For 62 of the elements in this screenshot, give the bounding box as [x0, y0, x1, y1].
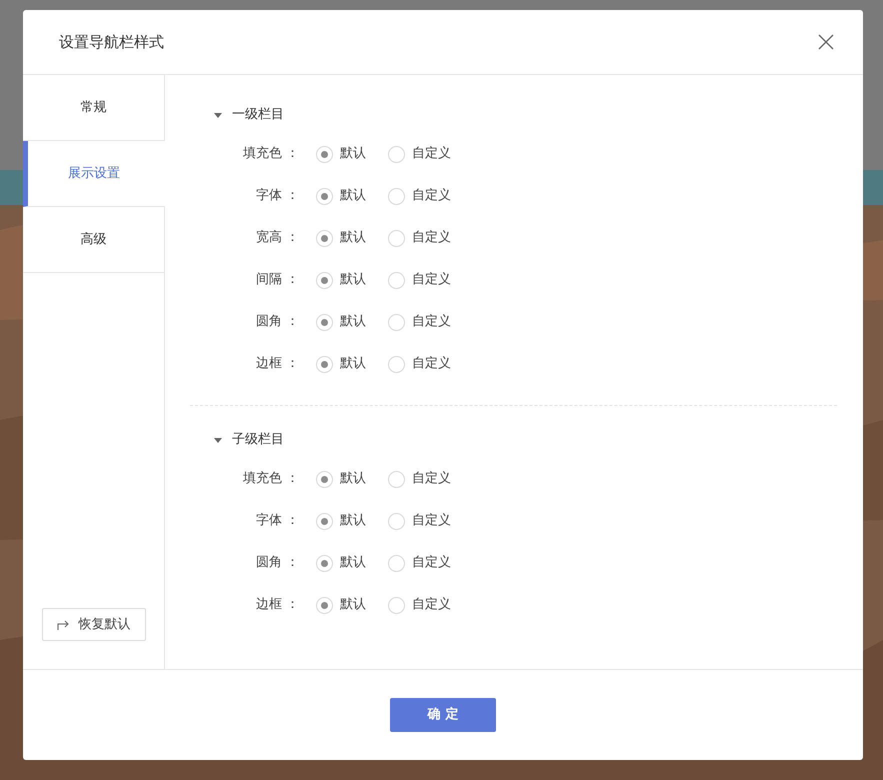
field-label: 圆角 ： — [254, 554, 299, 572]
radio-option[interactable]: 自定义 — [388, 186, 451, 206]
field-label: 填充色 ： — [242, 145, 299, 164]
radio-button[interactable] — [388, 188, 405, 204]
radio-option[interactable]: 自定义 — [388, 270, 451, 290]
field-label: 宽高 ： — [254, 229, 299, 248]
close-icon[interactable] — [817, 33, 835, 51]
radio-option[interactable]: 自定义 — [388, 144, 451, 164]
radio-option[interactable]: 默认 — [316, 354, 366, 374]
radio-button[interactable] — [388, 470, 405, 488]
radio-option[interactable]: 默认 — [316, 511, 366, 531]
field-label: 圆角 ： — [254, 313, 299, 332]
radio-option[interactable]: 默认 — [316, 312, 366, 332]
share-arrow-icon — [56, 618, 70, 630]
sidebar-tab[interactable]: 高级 — [23, 207, 165, 273]
radio-option[interactable]: 自定义 — [388, 354, 451, 374]
radio-option[interactable]: 默认 — [316, 186, 366, 206]
sidebar-tab[interactable]: 常规 — [23, 75, 165, 141]
field-label: 字体 ： — [254, 512, 299, 530]
section-toggle[interactable]: 一级栏目 — [190, 103, 284, 127]
radio-button[interactable] — [316, 230, 333, 246]
radio-button[interactable] — [316, 512, 333, 530]
radio-button[interactable] — [388, 314, 405, 330]
section-toggle[interactable]: 子级栏目 — [190, 428, 284, 452]
radio-button[interactable] — [388, 272, 405, 288]
radio-option[interactable]: 自定义 — [388, 595, 451, 615]
sidebar-tab[interactable]: 展示设置 — [23, 141, 165, 207]
reset-button[interactable]: 恢复默认 — [42, 608, 146, 641]
radio-button[interactable] — [388, 356, 405, 372]
radio-option[interactable]: 默认 — [316, 270, 366, 290]
radio-option[interactable]: 默认 — [316, 595, 366, 615]
dialog-title: 设置导航栏样式 — [59, 32, 164, 53]
field-label: 字体 ： — [254, 187, 299, 206]
radio-button[interactable] — [316, 554, 333, 572]
radio-option[interactable]: 自定义 — [388, 553, 451, 573]
radio-button[interactable] — [316, 146, 333, 162]
radio-option[interactable]: 默认 — [316, 144, 366, 164]
field-label: 填充色 ： — [242, 470, 299, 488]
field-label: 边框 ： — [254, 355, 299, 374]
field-label: 间隔 ： — [254, 271, 299, 290]
caret-icon — [214, 112, 222, 118]
confirm-button[interactable]: 确 定 — [390, 698, 496, 732]
radio-button[interactable] — [316, 314, 333, 330]
radio-button[interactable] — [316, 188, 333, 204]
field-label: 边框 ： — [254, 596, 299, 614]
radio-button[interactable] — [316, 470, 333, 488]
radio-option[interactable]: 自定义 — [388, 511, 451, 531]
radio-option[interactable]: 默认 — [316, 469, 366, 489]
radio-button[interactable] — [316, 272, 333, 288]
radio-option[interactable]: 默认 — [316, 228, 366, 248]
radio-option[interactable]: 默认 — [316, 553, 366, 573]
radio-option[interactable]: 自定义 — [388, 228, 451, 248]
radio-button[interactable] — [388, 596, 405, 614]
radio-button[interactable] — [388, 146, 405, 162]
radio-option[interactable]: 自定义 — [388, 312, 451, 332]
radio-button[interactable] — [316, 356, 333, 372]
radio-button[interactable] — [388, 554, 405, 572]
radio-button[interactable] — [388, 512, 405, 530]
radio-button[interactable] — [316, 596, 333, 614]
radio-option[interactable]: 自定义 — [388, 469, 451, 489]
radio-button[interactable] — [388, 230, 405, 246]
caret-icon — [214, 438, 222, 442]
